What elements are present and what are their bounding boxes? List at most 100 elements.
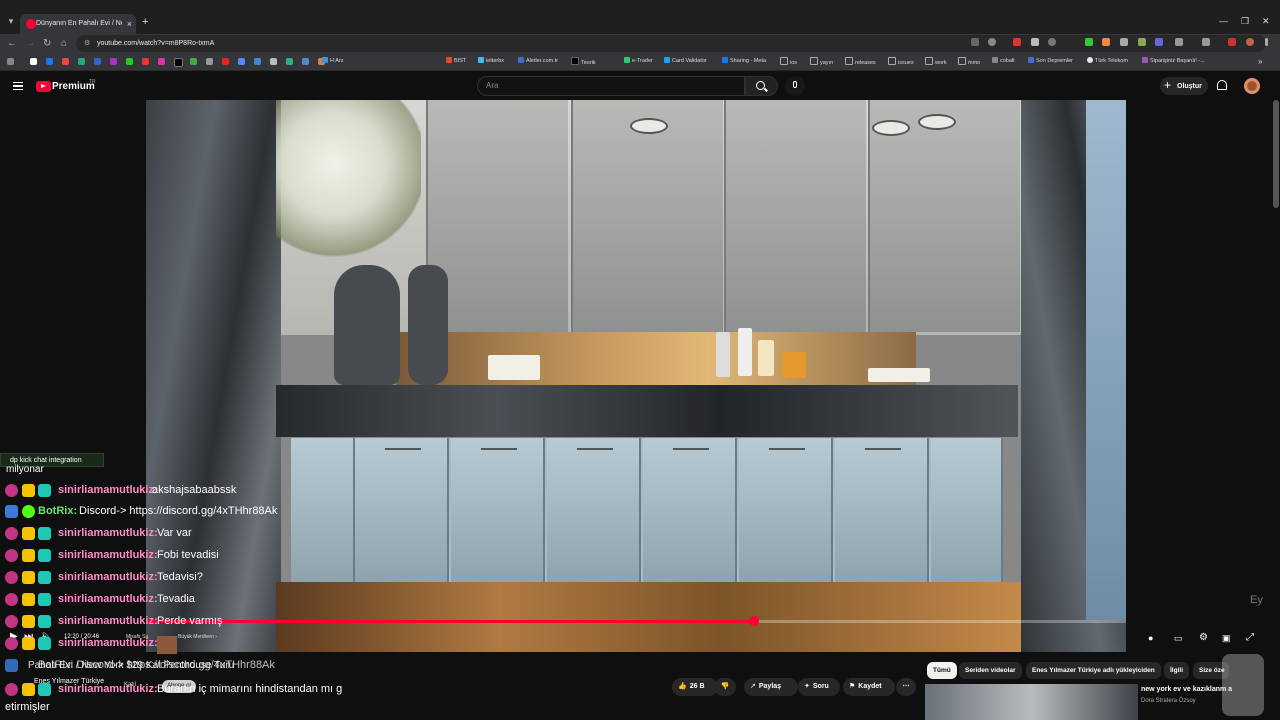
extension-icon[interactable] [1228,38,1236,46]
create-label[interactable]: Oluştur [1177,82,1202,91]
bookmark-icon[interactable] [222,58,229,65]
search-input[interactable] [477,76,745,96]
video-frame-handle [769,448,805,450]
bookmark-item[interactable]: H Arz [322,57,343,66]
bookmark-item[interactable]: Siparişiniz Başarılı! -... [1142,57,1205,66]
bookmark-item[interactable]: BIST [446,57,466,66]
apps-icon[interactable] [7,58,14,65]
address-url[interactable]: youtube.com/watch?v=m8P8Ro-txmA [97,38,214,49]
extension-icon[interactable] [1155,38,1163,46]
minimize-icon[interactable]: — [1219,14,1228,28]
bookmark-item[interactable]: letterbx [478,57,504,66]
forward-icon[interactable]: → [25,37,35,51]
new-tab-icon[interactable]: + [142,15,148,29]
browser-tab-active[interactable]: Dünyanın En Pahalı Evi / New Y × [20,14,136,34]
extension-icon[interactable] [1120,38,1128,46]
extension-icon[interactable] [1138,38,1146,46]
bookmark-item[interactable]: e-Trader [624,57,653,66]
bookmark-item[interactable]: Card Validator [664,57,707,66]
autoplay-toggle-icon[interactable]: ● [1148,632,1153,644]
window-close-icon[interactable]: ✕ [1262,14,1270,28]
bookmark-icon[interactable] [126,58,133,65]
bookmark-icon[interactable] [238,58,245,65]
install-icon[interactable] [971,38,979,46]
bookmark-icon[interactable] [254,58,261,65]
bookmark-folder[interactable]: issues [888,57,914,68]
bookmark-folder[interactable]: work [925,57,947,68]
bookmark-folder[interactable]: mmo [958,57,980,68]
bookmark-icon[interactable] [174,58,183,67]
bookmark-icon[interactable] [110,58,117,65]
tab-search-icon[interactable]: ▾ [5,14,17,28]
youtube-logo-icon[interactable] [36,81,51,92]
avatar[interactable] [1244,78,1260,94]
extension-icon[interactable] [1048,38,1056,46]
extension-icon[interactable] [1013,38,1021,46]
bookmark-item[interactable]: Son Depremler [1028,57,1073,66]
bookmark-item[interactable]: Sharing - Meta [722,57,766,66]
bookmark-icon[interactable] [62,58,69,65]
bookmark-icon[interactable] [46,58,53,65]
page-scrollbar[interactable] [1273,100,1279,208]
bookmark-icon[interactable] [78,58,85,65]
extension-icon[interactable] [1085,38,1093,46]
recommended-thumbnail[interactable] [925,684,1138,720]
hamburger-menu-icon[interactable] [13,82,23,90]
bookmark-item[interactable]: Türk Telekom [1087,57,1128,66]
progress-scrubber[interactable] [748,616,759,626]
bookmark-icon[interactable] [94,58,101,65]
fullscreen-icon[interactable]: ⤢ [1246,632,1254,644]
notifications-bell-icon[interactable] [1217,80,1227,90]
reload-icon[interactable]: ↻ [43,37,51,51]
bookmark-folder[interactable]: ios [780,57,797,68]
site-info-icon[interactable]: ⚙ [84,38,90,49]
recommended-channel[interactable]: Dora Stratera Özsoy [1141,697,1196,705]
ask-button[interactable]: ✦ Soru [798,678,840,696]
settings-gear-icon[interactable]: ⚙ [1199,632,1208,644]
filter-chip-related[interactable]: İlgili [1164,662,1189,679]
more-actions-button[interactable]: ⋯ [896,678,916,696]
search-icon[interactable] [756,81,765,90]
bookmark-folder[interactable]: releases [845,57,876,68]
profile-icon[interactable] [1246,38,1254,46]
extension-icon[interactable] [1102,38,1110,46]
bookmarks-overflow-icon[interactable]: » [1258,57,1262,66]
subtitles-icon[interactable]: ▭ [1174,632,1183,644]
home-icon[interactable]: ⌂ [61,37,67,51]
bookmark-folder[interactable]: yayın [810,57,833,68]
chat-text: Fobi tevadisi [157,549,219,561]
extension-icon[interactable] [1031,38,1039,46]
chat-text: Tevadia [157,593,195,605]
share-button[interactable]: ↗ Paylaş [744,678,798,696]
bookmark-icon[interactable] [158,58,165,65]
filter-chip-series[interactable]: Seriden videolar [959,662,1022,679]
filter-chip-all[interactable]: Tümü [927,662,957,679]
tab-close-icon[interactable]: × [127,17,132,31]
browser-menu-icon[interactable] [1265,38,1268,46]
voice-search-icon[interactable] [785,76,805,96]
save-button[interactable]: ⚑ Kaydet [843,678,895,696]
video-frame-counter [276,385,1018,437]
bookmark-item[interactable]: cobalt [992,57,1015,66]
like-button[interactable]: 👍 26 B [672,678,718,696]
sidepanel-icon[interactable] [1202,38,1210,46]
bookmark-icon[interactable] [206,58,213,65]
search-placeholder[interactable]: Ara [486,81,498,91]
miniplayer-icon[interactable]: ▣ [1222,632,1231,644]
bookmark-icon[interactable] [142,58,149,65]
bookmark-icon[interactable] [190,58,197,65]
bookmark-icon[interactable] [270,58,277,65]
filter-chip-uploader[interactable]: Enes Yılmazer Türkiye adlı yükleyiciden [1026,662,1161,679]
gift-badge-icon [38,484,51,497]
bookmark-star-icon[interactable] [988,38,996,46]
bookmark-icon[interactable] [302,58,309,65]
bookmark-item[interactable]: Teorik [571,57,596,68]
back-icon[interactable]: ← [7,37,17,51]
extensions-puzzle-icon[interactable] [1175,38,1183,46]
bookmark-item[interactable]: Aletler.com.tr [518,57,558,66]
recommended-title[interactable]: new york ev ve kazıklanm a [1141,685,1232,694]
bookmark-icon[interactable] [30,58,37,65]
bookmark-icon[interactable] [286,58,293,65]
maximize-icon[interactable]: ❐ [1241,14,1249,28]
dislike-button[interactable]: 👎 [714,678,736,696]
